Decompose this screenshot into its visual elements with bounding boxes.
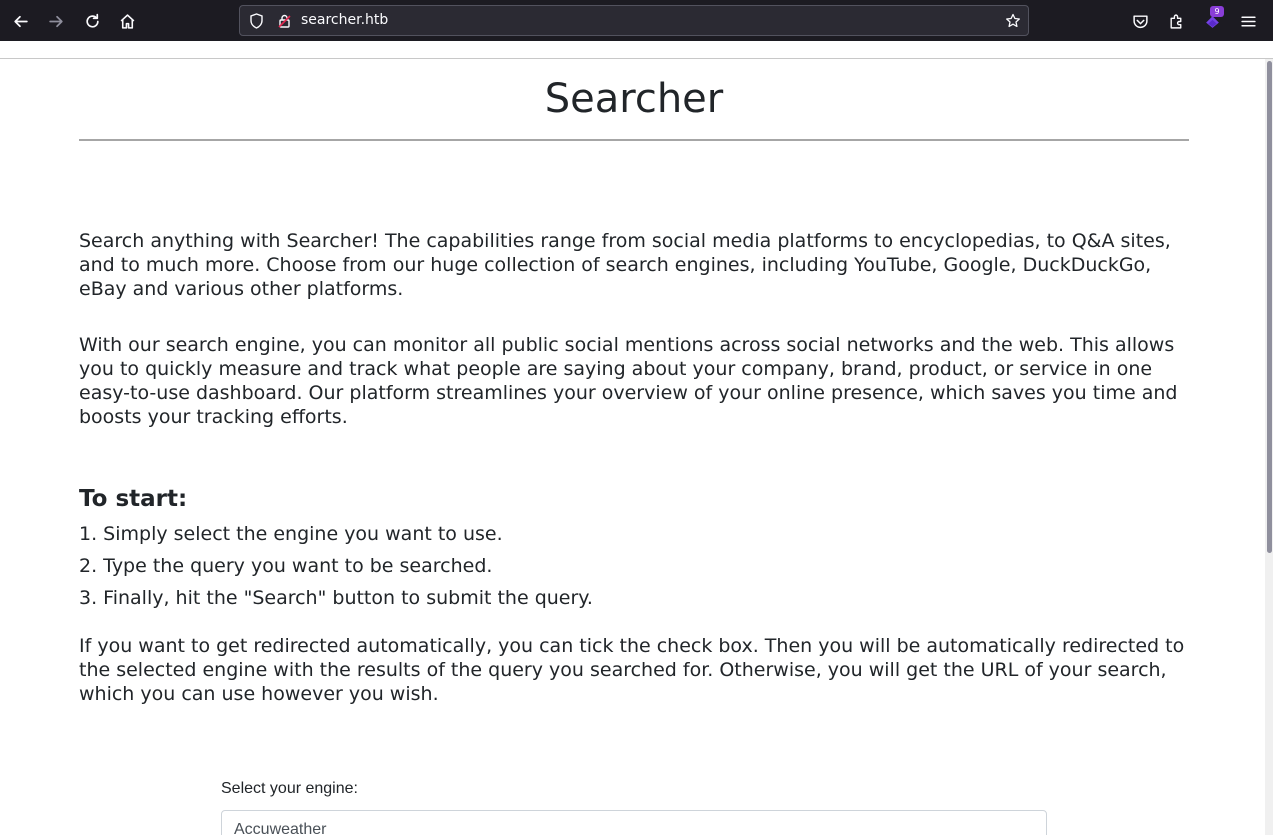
- menu-button[interactable]: [1233, 6, 1263, 36]
- home-icon: [120, 13, 134, 29]
- engine-select[interactable]: Accuweather: [221, 810, 1047, 835]
- page-top-bar: [0, 41, 1273, 59]
- scrollbar-thumb[interactable]: [1267, 61, 1272, 553]
- forward-button[interactable]: [41, 6, 71, 36]
- reload-button[interactable]: [77, 6, 107, 36]
- title-divider: [79, 139, 1189, 141]
- hamburger-menu-icon: [1240, 15, 1256, 27]
- step-item: 3. Finally, hit the "Search" button to s…: [79, 587, 593, 609]
- step-item: 1. Simply select the engine you want to …: [79, 523, 503, 545]
- insecure-lock-icon[interactable]: [276, 13, 292, 29]
- url-text[interactable]: searcher.htb: [301, 12, 388, 28]
- arrow-right-icon: [48, 15, 63, 27]
- address-bar[interactable]: searcher.htb: [239, 5, 1029, 36]
- intro-paragraph: Search anything with Searcher! The capab…: [79, 230, 1171, 300]
- page-title: Searcher: [544, 76, 724, 122]
- engine-label: Select your engine:: [221, 780, 358, 797]
- extension-badge: 9: [1210, 6, 1224, 17]
- extensions-button[interactable]: [1161, 6, 1191, 36]
- shield-icon[interactable]: [248, 13, 264, 29]
- arrow-left-icon: [13, 15, 28, 27]
- browser-toolbar: searcher.htb 9: [0, 0, 1273, 41]
- engine-selected-value: Accuweather: [234, 821, 327, 835]
- reload-icon: [85, 13, 99, 28]
- step-item: 2. Type the query you want to be searche…: [79, 555, 493, 577]
- pocket-icon: [1132, 14, 1148, 28]
- home-button[interactable]: [112, 6, 142, 36]
- steps-heading: To start:: [79, 486, 188, 512]
- redirect-paragraph: If you want to get redirected automatica…: [79, 635, 1185, 705]
- back-button[interactable]: [5, 6, 35, 36]
- monitor-paragraph: With our search engine, you can monitor …: [79, 334, 1178, 428]
- pocket-button[interactable]: [1125, 6, 1155, 36]
- bookmark-star-icon[interactable]: [1005, 13, 1021, 29]
- puzzle-icon: [1169, 14, 1181, 29]
